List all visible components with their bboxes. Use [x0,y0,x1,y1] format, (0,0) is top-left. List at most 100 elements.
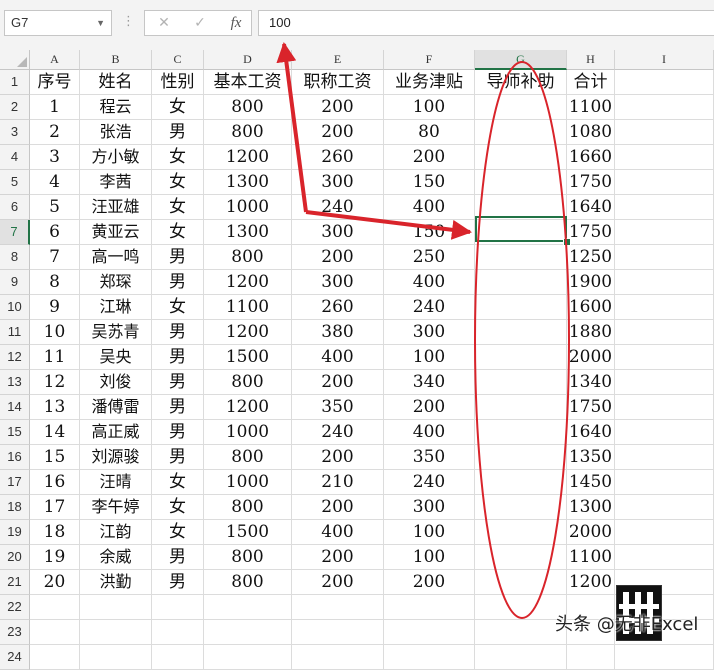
formula-bar-resize-handle[interactable]: ⋮ [122,15,135,29]
cell-g6[interactable] [475,195,567,220]
cell-g3[interactable] [475,120,567,145]
cell-e19[interactable]: 400 [292,520,384,545]
cell-i11[interactable] [615,320,714,345]
row-header-10[interactable]: 10 [0,295,30,320]
cell-h12[interactable]: 2000 [567,345,615,370]
cell-i19[interactable] [615,520,714,545]
cell-e4[interactable]: 260 [292,145,384,170]
cell-g11[interactable] [475,320,567,345]
cell-c15[interactable]: 男 [152,420,204,445]
cell-a11[interactable]: 10 [30,320,80,345]
cell-i2[interactable] [615,95,714,120]
cell-b9[interactable]: 郑琛 [80,270,152,295]
cell-d20[interactable]: 800 [204,545,292,570]
cell-e5[interactable]: 300 [292,170,384,195]
name-box[interactable]: G7 ▼ [4,10,112,36]
cell-a13[interactable]: 12 [30,370,80,395]
cell-c11[interactable]: 男 [152,320,204,345]
cell-c8[interactable]: 男 [152,245,204,270]
cell-h18[interactable]: 1300 [567,495,615,520]
cell-b19[interactable]: 江韵 [80,520,152,545]
cell-b10[interactable]: 江琳 [80,295,152,320]
cell-d4[interactable]: 1200 [204,145,292,170]
cell-f8[interactable]: 250 [384,245,475,270]
cell-e13[interactable]: 200 [292,370,384,395]
cell-b1[interactable]: 姓名 [80,70,152,95]
row-header-3[interactable]: 3 [0,120,30,145]
cell-e1[interactable]: 职称工资 [292,70,384,95]
cell-h16[interactable]: 1350 [567,445,615,470]
cell-f1[interactable]: 业务津贴 [384,70,475,95]
cell-d2[interactable]: 800 [204,95,292,120]
cell-b15[interactable]: 高正威 [80,420,152,445]
cell-b22[interactable] [80,595,152,620]
cell-c17[interactable]: 女 [152,470,204,495]
cell-g9[interactable] [475,270,567,295]
column-header-b[interactable]: B [80,50,152,70]
row-header-22[interactable]: 22 [0,595,30,620]
cell-e18[interactable]: 200 [292,495,384,520]
cell-c4[interactable]: 女 [152,145,204,170]
cell-b13[interactable]: 刘俊 [80,370,152,395]
cell-f12[interactable]: 100 [384,345,475,370]
cell-i24[interactable] [615,645,714,670]
cell-b8[interactable]: 高一鸣 [80,245,152,270]
column-header-i[interactable]: I [615,50,714,70]
cell-b18[interactable]: 李午婷 [80,495,152,520]
cell-a7[interactable]: 6 [30,220,80,245]
cell-a18[interactable]: 17 [30,495,80,520]
cell-g23[interactable] [475,620,567,645]
cell-a6[interactable]: 5 [30,195,80,220]
cell-d19[interactable]: 1500 [204,520,292,545]
cell-c5[interactable]: 女 [152,170,204,195]
cell-g19[interactable] [475,520,567,545]
cell-e11[interactable]: 380 [292,320,384,345]
cell-f14[interactable]: 200 [384,395,475,420]
cell-f13[interactable]: 340 [384,370,475,395]
cell-c6[interactable]: 女 [152,195,204,220]
cell-b23[interactable] [80,620,152,645]
cell-d3[interactable]: 800 [204,120,292,145]
cell-d10[interactable]: 1100 [204,295,292,320]
cell-f10[interactable]: 240 [384,295,475,320]
cell-h1[interactable]: 合计 [567,70,615,95]
cell-b24[interactable] [80,645,152,670]
cell-h21[interactable]: 1200 [567,570,615,595]
cell-c24[interactable] [152,645,204,670]
cell-h5[interactable]: 1750 [567,170,615,195]
cell-d9[interactable]: 1200 [204,270,292,295]
cell-b12[interactable]: 吴央 [80,345,152,370]
row-header-5[interactable]: 5 [0,170,30,195]
cell-c9[interactable]: 男 [152,270,204,295]
column-header-a[interactable]: A [30,50,80,70]
row-header-8[interactable]: 8 [0,245,30,270]
cell-i3[interactable] [615,120,714,145]
cell-e23[interactable] [292,620,384,645]
cell-f2[interactable]: 100 [384,95,475,120]
row-header-12[interactable]: 12 [0,345,30,370]
cell-g8[interactable] [475,245,567,270]
cell-b14[interactable]: 潘傅雷 [80,395,152,420]
cell-d1[interactable]: 基本工资 [204,70,292,95]
cell-a1[interactable]: 序号 [30,70,80,95]
cell-a19[interactable]: 18 [30,520,80,545]
cell-h8[interactable]: 1250 [567,245,615,270]
cell-e10[interactable]: 260 [292,295,384,320]
cell-g22[interactable] [475,595,567,620]
cell-g21[interactable] [475,570,567,595]
cell-a22[interactable] [30,595,80,620]
cell-f7[interactable]: 150 [384,220,475,245]
cell-h19[interactable]: 2000 [567,520,615,545]
cell-h14[interactable]: 1750 [567,395,615,420]
cell-i18[interactable] [615,495,714,520]
cell-b3[interactable]: 张浩 [80,120,152,145]
column-header-c[interactable]: C [152,50,204,70]
cell-c1[interactable]: 性别 [152,70,204,95]
cell-e3[interactable]: 200 [292,120,384,145]
cell-e6[interactable]: 240 [292,195,384,220]
cell-g12[interactable] [475,345,567,370]
cell-a4[interactable]: 3 [30,145,80,170]
cell-h17[interactable]: 1450 [567,470,615,495]
cell-a3[interactable]: 2 [30,120,80,145]
cell-c23[interactable] [152,620,204,645]
